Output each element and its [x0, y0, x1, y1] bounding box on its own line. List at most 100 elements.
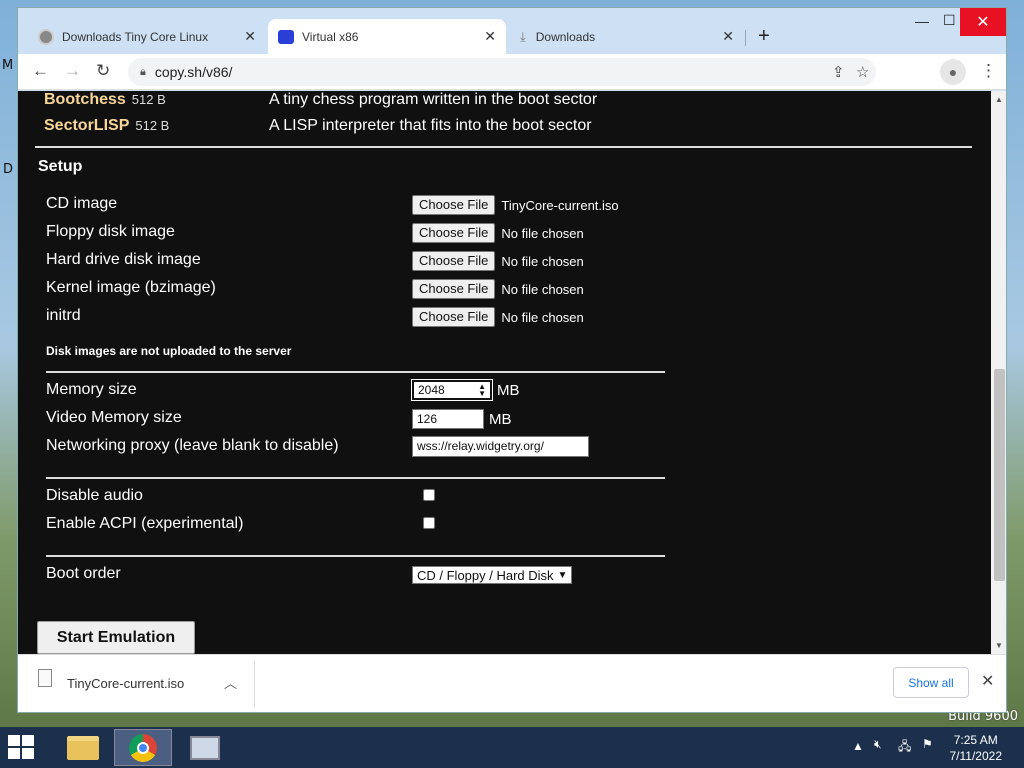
tab-virtual-x86[interactable]: Virtual x86 ✕: [268, 19, 506, 54]
networking-proxy-control: wss://relay.widgetry.org/: [412, 436, 589, 457]
network-icon[interactable]: 🖧︎: [898, 737, 911, 758]
floppy-choose-file-button[interactable]: Choose File: [412, 223, 496, 243]
enable-acpi-control: [412, 517, 435, 529]
divider: [46, 371, 665, 373]
scroll-down-arrow-icon[interactable]: ▼: [995, 641, 1003, 650]
scrollbar-thumb[interactable]: [994, 369, 1005, 581]
profile-avatar-icon[interactable]: ●: [940, 59, 966, 85]
chrome-taskbar-button[interactable]: [114, 729, 172, 766]
memory-size-input[interactable]: 2048 ▲ ▼: [411, 379, 493, 401]
initrd-label: initrd: [46, 307, 81, 324]
tab-separator: [745, 30, 746, 46]
start-logo-pane: [8, 735, 20, 746]
share-icon[interactable]: ⇪: [832, 63, 845, 81]
divider: [46, 555, 665, 557]
os-size: 512 B: [135, 118, 170, 133]
networking-proxy-label: Networking proxy (leave blank to disable…: [46, 437, 339, 454]
networking-proxy-input[interactable]: wss://relay.widgetry.org/: [412, 436, 589, 457]
os-name[interactable]: Bootchess: [44, 91, 126, 108]
chevron-down-icon: ▼: [557, 569, 568, 581]
browser-window: Downloads Tiny Core Linux ✕ Virtual x86 …: [17, 7, 1007, 713]
boot-order-control: CD / Floppy / Hard Disk ▼: [412, 566, 573, 584]
system-clock[interactable]: 7:25 AM 7/11/2022: [950, 732, 1003, 764]
boot-order-select[interactable]: CD / Floppy / Hard Disk ▼: [412, 566, 573, 584]
window-close-button[interactable]: ✕: [960, 8, 1006, 36]
new-tab-button[interactable]: +: [758, 25, 770, 48]
tab-label: Downloads: [535, 29, 596, 44]
boot-order-label: Boot order: [46, 565, 121, 582]
cd-image-choose-file-button[interactable]: Choose File: [412, 195, 496, 215]
floppy-filename: No file chosen: [501, 225, 584, 241]
maximize-button[interactable]: ☐: [943, 12, 956, 29]
tab-strip: Downloads Tiny Core Linux ✕ Virtual x86 …: [18, 8, 1006, 54]
disable-audio-control: [412, 489, 435, 501]
close-tab-icon[interactable]: ✕: [722, 28, 734, 45]
url-text: copy.sh/v86/: [154, 64, 233, 80]
browser-toolbar: ← → ↻ 🔒︎ copy.sh/v86/ ⇪ ☆ ● ⋮: [18, 54, 1006, 90]
disable-audio-label: Disable audio: [46, 487, 143, 504]
task-manager-taskbar-button[interactable]: [176, 729, 234, 766]
video-memory-value: 126: [417, 412, 438, 426]
tab-tinycore-downloads[interactable]: Downloads Tiny Core Linux ✕: [30, 19, 266, 54]
close-tab-icon[interactable]: ✕: [484, 28, 496, 45]
video-memory-control: 126 MB: [412, 409, 512, 429]
memory-size-control: 2048 ▲ ▼ MB: [411, 379, 520, 401]
download-shelf: TinyCore-current.iso ︿ Show all ✕: [18, 654, 1006, 712]
hard-drive-choose-file-button[interactable]: Choose File: [412, 251, 496, 271]
video-memory-unit: MB: [489, 410, 512, 428]
video-memory-input[interactable]: 126: [412, 409, 484, 429]
monitor-chart-icon: [190, 735, 220, 760]
hard-drive-image-label: Hard drive disk image: [46, 251, 201, 268]
hard-drive-image-control: Choose File No file chosen: [412, 251, 584, 271]
close-shelf-icon[interactable]: ✕: [981, 671, 994, 691]
speaker-muted-icon[interactable]: 🔇︎: [874, 737, 882, 752]
desktop-label-fragment-2: D: [3, 162, 14, 177]
page-scrollbar[interactable]: ▲ ▼: [991, 91, 1006, 654]
tab-downloads[interactable]: ⤓ Downloads ✕: [508, 19, 744, 54]
close-tab-icon[interactable]: ✕: [244, 28, 256, 45]
windows-start-button[interactable]: [8, 735, 36, 761]
file-explorer-taskbar-button[interactable]: [54, 729, 112, 766]
os-entry[interactable]: Bootchess 512 B A tiny chess program writ…: [44, 91, 597, 109]
menu-kebab-icon[interactable]: ⋮: [980, 61, 997, 81]
file-icon: [38, 669, 52, 687]
tab-label: Virtual x86: [302, 29, 359, 44]
desktop-label-fragment: M: [2, 58, 14, 73]
os-entry[interactable]: SectorLISP 512 B A LISP interpreter that …: [44, 117, 592, 135]
shelf-separator: [254, 661, 255, 707]
memory-unit: MB: [497, 381, 520, 399]
disable-audio-checkbox[interactable]: [423, 489, 435, 501]
taskbar: ▲ 🔇︎ 🖧︎ ⚑ 7:25 AM 7/11/2022: [0, 727, 1024, 768]
bookmark-star-icon[interactable]: ☆: [856, 63, 869, 81]
kernel-image-label: Kernel image (bzimage): [46, 279, 216, 296]
address-bar[interactable]: 🔒︎ copy.sh/v86/ ⇪ ☆: [128, 58, 876, 86]
download-filename[interactable]: TinyCore-current.iso: [67, 676, 184, 691]
start-emulation-button[interactable]: Start Emulation: [37, 621, 195, 654]
reload-icon[interactable]: ↻: [96, 61, 110, 81]
os-description: A tiny chess program written in the boot…: [269, 91, 598, 108]
enable-acpi-checkbox[interactable]: [423, 517, 435, 529]
minimize-button[interactable]: —: [915, 13, 929, 29]
initrd-filename: No file chosen: [501, 309, 584, 325]
folder-icon: [67, 735, 99, 760]
initrd-choose-file-button[interactable]: Choose File: [412, 307, 496, 327]
kernel-image-control: Choose File No file chosen: [412, 279, 584, 299]
upload-note: Disk images are not uploaded to the serv…: [46, 344, 292, 358]
floppy-image-label: Floppy disk image: [46, 223, 175, 240]
forward-arrow-icon[interactable]: →: [64, 61, 81, 81]
action-center-flag-icon[interactable]: ⚑: [922, 737, 933, 751]
scroll-up-arrow-icon[interactable]: ▲: [995, 95, 1003, 104]
floppy-image-control: Choose File No file chosen: [412, 223, 584, 243]
back-arrow-icon[interactable]: ←: [32, 61, 49, 81]
os-name[interactable]: SectorLISP: [44, 117, 129, 134]
show-all-button[interactable]: Show all: [893, 667, 969, 698]
cd-image-label: CD image: [46, 195, 118, 212]
cd-image-control: Choose File TinyCore-current.iso: [412, 195, 619, 215]
chevron-up-icon[interactable]: ︿: [224, 673, 237, 692]
os-size: 512 B: [131, 92, 166, 107]
kernel-choose-file-button[interactable]: Choose File: [412, 279, 496, 299]
start-logo-pane: [22, 748, 34, 759]
globe-favicon-icon: [38, 28, 54, 45]
show-hidden-icons-chevron-icon[interactable]: ▲: [852, 739, 864, 753]
spinner-arrows-icon[interactable]: ▲ ▼: [478, 383, 486, 398]
